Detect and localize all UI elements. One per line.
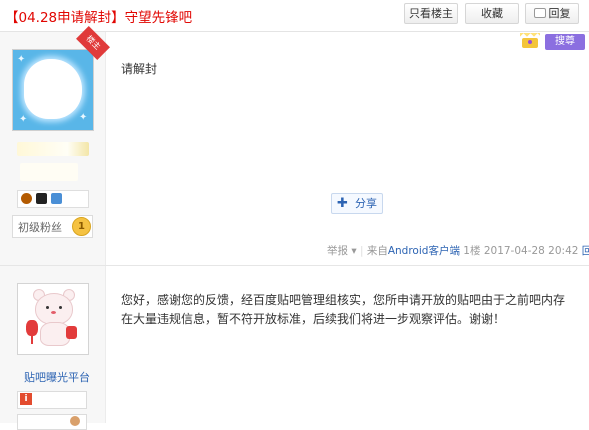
author-extra-blurred (20, 163, 78, 181)
only-louzhu-button[interactable]: 只看楼主 (404, 3, 458, 24)
share-button[interactable]: ✚ 分享 (331, 193, 383, 214)
reply-button-label: 回复 (548, 7, 571, 20)
medal-icon[interactable] (21, 193, 32, 204)
reply-button[interactable]: 回复 (525, 3, 579, 24)
report-link[interactable]: 举报 ▾ (327, 245, 357, 257)
warning-icon[interactable]: i (20, 393, 32, 405)
level-name: 初级粉丝 (18, 221, 62, 234)
post-content: 请解封 (121, 62, 158, 76)
share-label: 分享 (355, 197, 377, 210)
author-name-blurred[interactable] (17, 142, 89, 156)
search-badge[interactable]: 搜尊 (545, 34, 585, 50)
author-avatar[interactable]: ✦ ✦ ✦ (12, 49, 94, 131)
user-icon[interactable] (70, 416, 80, 426)
sparkle-icon: ✦ (17, 54, 26, 65)
source-prefix: 来自 (366, 245, 388, 257)
reply-link[interactable]: 回复 (582, 245, 589, 257)
avatar-blurred-image (24, 59, 82, 119)
user-icon-row (17, 190, 89, 208)
floor-number: 1楼 (463, 245, 481, 257)
user-badge-row (17, 414, 87, 430)
crown-icon[interactable] (519, 32, 541, 50)
thread-title[interactable]: 【04.28申请解封】守望先锋吧 (5, 6, 192, 26)
lantern-icon (26, 320, 38, 336)
plus-icon: ✚ (337, 196, 348, 211)
post-divider (0, 265, 589, 266)
bear-mascot-icon (35, 293, 73, 325)
comment-icon (533, 8, 546, 18)
sparkle-icon: ✦ (79, 112, 88, 123)
favorite-button[interactable]: 收藏 (465, 3, 519, 24)
sparkle-icon: ✦ (19, 114, 28, 125)
level-badge-icon: 1 (72, 217, 91, 236)
post-time: 2017-04-28 20:42 (483, 245, 579, 257)
post-content: 您好，感谢您的反馈，经百度贴吧管理组核实，您所申请开放的贴吧由于之前吧内存在大量… (121, 293, 566, 326)
user-badge-row: i (17, 391, 87, 409)
post-meta: 举报 ▾ | 来自Android客户端 1楼 2017-04-28 20:42 … (327, 243, 589, 258)
author-avatar[interactable] (17, 283, 89, 355)
source-client-link[interactable]: Android客户端 (388, 245, 460, 257)
member-level[interactable]: 初级粉丝 1 (12, 215, 93, 238)
client-icon[interactable] (51, 193, 62, 204)
game-icon[interactable] (36, 193, 47, 204)
author-name[interactable]: 贴吧曝光平台 (24, 369, 90, 385)
